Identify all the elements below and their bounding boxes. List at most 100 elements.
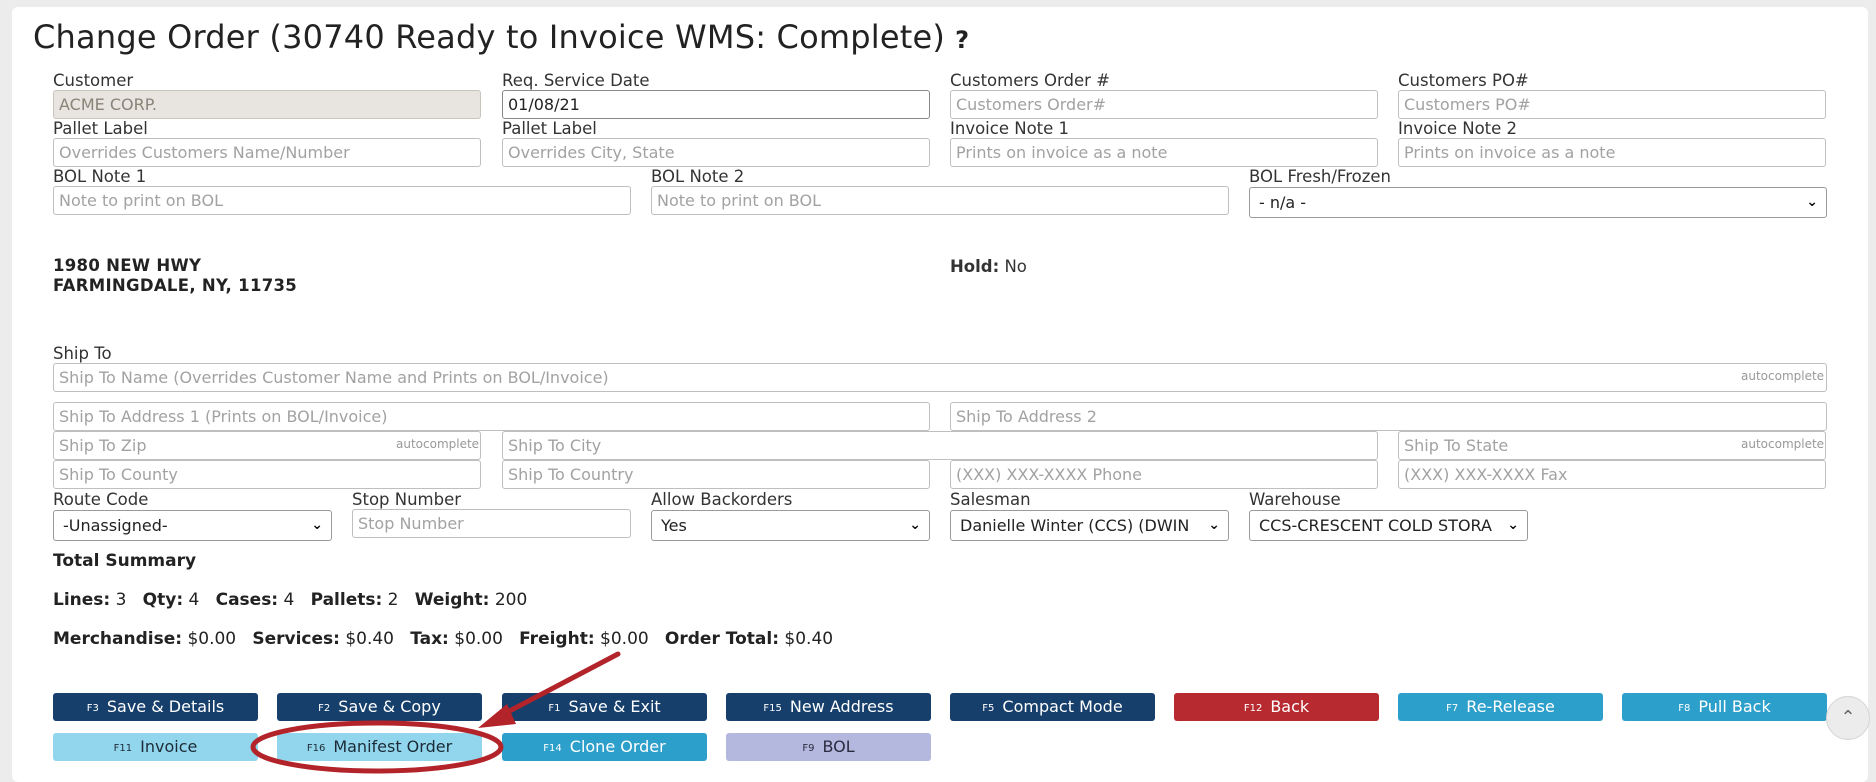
ship-to-county-field[interactable] (53, 460, 481, 489)
route-code-select[interactable]: -Unassigned- ⌄ (53, 510, 332, 541)
pallet-label-2-label: Pallet Label (502, 119, 597, 138)
button-label: Save & Copy (338, 697, 441, 716)
route-code-value: -Unassigned- (63, 516, 168, 535)
save-details-button[interactable]: F3 Save & Details (53, 693, 258, 721)
new-address-button[interactable]: F15 New Address (726, 693, 931, 721)
bol-fresh-frozen-select[interactable]: - n/a - ⌄ (1249, 187, 1827, 218)
pallets-value: 2 (387, 590, 399, 610)
ship-to-name-field[interactable] (53, 363, 1827, 392)
bol-note-2-field[interactable] (651, 186, 1229, 215)
ship-to-address-2-field[interactable] (950, 402, 1827, 431)
page-card (12, 7, 1868, 782)
qty-value: 4 (188, 590, 200, 610)
chevron-down-icon: ⌄ (1806, 194, 1818, 210)
pallet-label-2-field[interactable] (502, 138, 930, 167)
ship-to-fax-field[interactable] (1398, 460, 1826, 489)
back-button[interactable]: F12 Back (1174, 693, 1379, 721)
button-label: Manifest Order (333, 737, 453, 756)
pull-back-button[interactable]: F8 Pull Back (1622, 693, 1827, 721)
button-label: Compact Mode (1002, 697, 1123, 716)
button-label: Re-Release (1466, 697, 1555, 716)
bol-note-2-label: BOL Note 2 (651, 167, 745, 186)
stop-number-field[interactable] (352, 509, 631, 538)
button-label: Back (1270, 697, 1310, 716)
invoice-note-1-label: Invoice Note 1 (950, 119, 1070, 138)
freight-value: $0.00 (600, 629, 649, 649)
autocomplete-hint: autocomplete (396, 437, 480, 451)
help-icon[interactable]: ? (955, 26, 969, 54)
chevron-down-icon: ⌄ (1208, 517, 1220, 533)
button-label: Pull Back (1698, 697, 1771, 716)
shortcut-key: F5 (982, 703, 995, 714)
invoice-button[interactable]: F11 Invoice (53, 733, 258, 761)
compact-mode-button[interactable]: F5 Compact Mode (950, 693, 1155, 721)
hold-status: Hold: No (950, 257, 1027, 277)
stop-number-label: Stop Number (352, 490, 462, 509)
tax-label: Tax: (410, 629, 449, 649)
bol-fresh-frozen-value: - n/a - (1259, 193, 1307, 212)
save-copy-button[interactable]: F2 Save & Copy (277, 693, 482, 721)
invoice-note-1-field[interactable] (950, 138, 1378, 167)
services-label: Services: (252, 629, 340, 649)
page-title: Change Order (30740 Ready to Invoice WMS… (33, 18, 970, 56)
req-service-date-field[interactable] (502, 90, 930, 119)
cases-value: 4 (283, 590, 295, 610)
salesman-select[interactable]: Danielle Winter (CCS) (DWIN ⌄ (950, 510, 1229, 541)
hold-label: Hold: (950, 257, 1000, 276)
pallets-label: Pallets: (310, 590, 383, 610)
shortcut-key: F9 (802, 743, 815, 754)
bol-button[interactable]: F9 BOL (726, 733, 931, 761)
autocomplete-hint: autocomplete (1741, 369, 1825, 383)
ship-to-city-field[interactable] (502, 431, 1378, 460)
invoice-note-2-label: Invoice Note 2 (1398, 119, 1518, 138)
button-label: Clone Order (569, 737, 666, 756)
shortcut-key: F12 (1243, 703, 1263, 714)
button-label: New Address (789, 697, 894, 716)
chevron-down-icon: ⌄ (311, 517, 323, 533)
clone-order-button[interactable]: F14 Clone Order (502, 733, 707, 761)
bol-note-1-label: BOL Note 1 (53, 167, 147, 186)
qty-label: Qty: (142, 590, 184, 610)
allow-backorders-label: Allow Backorders (651, 490, 793, 509)
address-line-2: FARMINGDALE, NY, 11735 (53, 276, 298, 295)
scroll-to-top-button[interactable]: ⌃ (1826, 696, 1870, 740)
save-exit-button[interactable]: F1 Save & Exit (502, 693, 707, 721)
freight-label: Freight: (519, 629, 595, 649)
autocomplete-hint: autocomplete (1741, 437, 1825, 451)
warehouse-select[interactable]: CCS-CRESCENT COLD STORA ⌄ (1249, 510, 1528, 541)
pallet-label-1-field[interactable] (53, 138, 481, 167)
manifest-order-button[interactable]: F16 Manifest Order (277, 733, 482, 761)
weight-value: 200 (494, 590, 528, 610)
customers-order-label: Customers Order # (950, 71, 1110, 90)
customers-order-field[interactable] (950, 90, 1378, 119)
allow-backorders-value: Yes (661, 516, 687, 535)
merchandise-value: $0.00 (187, 629, 237, 649)
button-label: Invoice (140, 737, 198, 756)
salesman-label: Salesman (950, 490, 1031, 509)
weight-label: Weight: (414, 590, 490, 610)
services-value: $0.40 (345, 629, 394, 649)
ship-to-phone-field[interactable] (950, 460, 1378, 489)
re-release-button[interactable]: F7 Re-Release (1398, 693, 1603, 721)
customer-label: Customer (53, 71, 134, 90)
bol-fresh-frozen-label: BOL Fresh/Frozen (1249, 167, 1392, 186)
summary-title: Total Summary (53, 551, 197, 571)
invoice-note-2-field[interactable] (1398, 138, 1826, 167)
customer-field (53, 90, 481, 119)
shortcut-key: F16 (306, 743, 326, 754)
lines-label: Lines: (53, 590, 111, 610)
salesman-value: Danielle Winter (CCS) (DWIN (960, 516, 1190, 535)
button-label: Save & Details (106, 697, 225, 716)
customers-po-field[interactable] (1398, 90, 1826, 119)
merchandise-label: Merchandise: (53, 629, 183, 649)
shortcut-key: F1 (548, 703, 561, 714)
order-total-label: Order Total: (664, 629, 779, 649)
bol-note-1-field[interactable] (53, 186, 631, 215)
allow-backorders-select[interactable]: Yes ⌄ (651, 510, 930, 541)
warehouse-label: Warehouse (1249, 490, 1341, 509)
shortcut-key: F8 (1678, 703, 1691, 714)
ship-to-country-field[interactable] (502, 460, 930, 489)
ship-to-address-1-field[interactable] (53, 402, 930, 431)
hold-value: No (1004, 257, 1027, 276)
lines-value: 3 (115, 590, 127, 610)
